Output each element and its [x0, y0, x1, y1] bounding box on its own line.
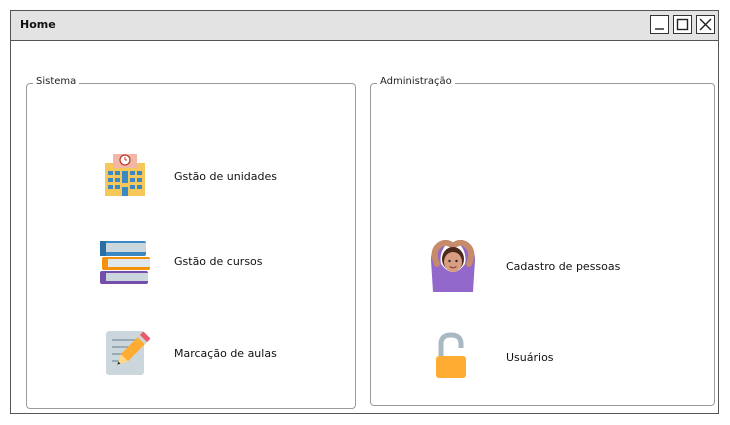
- close-button[interactable]: [696, 15, 715, 34]
- maximize-button[interactable]: [673, 15, 692, 34]
- menu-item-marcacao-aulas[interactable]: Marcação de aulas: [97, 325, 277, 381]
- close-icon: [699, 18, 712, 31]
- menu-item-label: Usuários: [506, 350, 554, 364]
- sistema-group: Sistema Gstão de unidades Gstão de curso…: [26, 76, 356, 409]
- menu-item-gestao-cursos[interactable]: Gstão de cursos: [97, 233, 263, 289]
- minimize-icon: [655, 28, 664, 30]
- window-title: Home: [20, 18, 56, 31]
- menu-item-label: Cadastro de pessoas: [506, 259, 621, 273]
- books-icon: [97, 233, 153, 289]
- menu-item-cadastro-pessoas[interactable]: Cadastro de pessoas: [425, 238, 620, 294]
- menu-item-usuarios[interactable]: Usuários: [425, 329, 554, 385]
- menu-item-label: Marcação de aulas: [174, 346, 277, 360]
- administracao-group: Administração Cadastro de pessoas Usuári…: [370, 76, 715, 406]
- menu-item-gestao-unidades[interactable]: Gstão de unidades: [97, 148, 277, 204]
- minimize-button[interactable]: [650, 15, 669, 34]
- notepad-pencil-icon: [97, 325, 153, 381]
- home-window: Home Sistema Gstão de unidades Gstão de …: [10, 10, 719, 414]
- building-icon: [97, 148, 153, 204]
- sistema-group-title: Sistema: [33, 76, 80, 87]
- person-gesture-icon: [425, 238, 481, 294]
- maximize-icon: [676, 18, 689, 31]
- administracao-group-title: Administração: [377, 76, 455, 87]
- menu-item-label: Gstão de cursos: [174, 254, 263, 268]
- menu-item-label: Gstão de unidades: [174, 169, 277, 183]
- title-bar: Home: [11, 11, 718, 41]
- unlocked-padlock-icon: [425, 329, 481, 385]
